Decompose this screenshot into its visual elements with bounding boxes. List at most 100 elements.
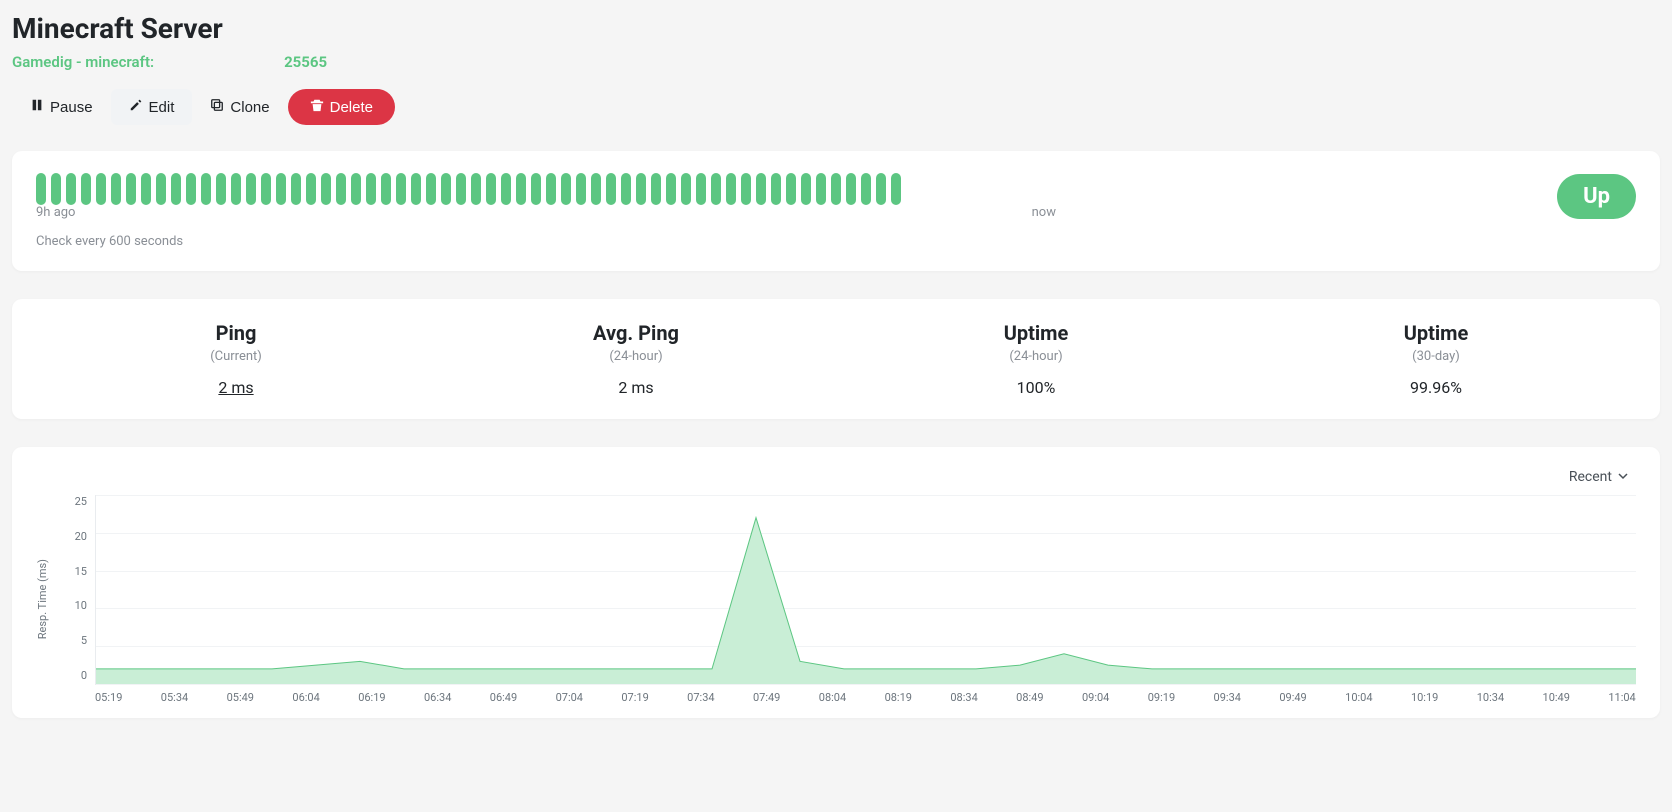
- heartbeat-pill[interactable]: [111, 173, 121, 205]
- heartbeat-pill[interactable]: [156, 173, 166, 205]
- heartbeat-pill[interactable]: [711, 173, 721, 205]
- heartbeat-pill[interactable]: [96, 173, 106, 205]
- heartbeat-pill[interactable]: [366, 173, 376, 205]
- heartbeat-pill[interactable]: [36, 173, 46, 205]
- subtitle-row: Gamedig - minecraft: 25565: [12, 53, 1660, 71]
- stat-title: Uptime: [836, 321, 1236, 345]
- heartbeat-pill[interactable]: [66, 173, 76, 205]
- heartbeat-pill[interactable]: [321, 173, 331, 205]
- chart-ylabel: Resp. Time (ms): [36, 559, 49, 639]
- heartbeat-pill[interactable]: [861, 173, 871, 205]
- heartbeat-pill[interactable]: [261, 173, 271, 205]
- heartbeat-pill[interactable]: [231, 173, 241, 205]
- heartbeat-pill[interactable]: [171, 173, 181, 205]
- heartbeat-pill[interactable]: [81, 173, 91, 205]
- clone-button[interactable]: Clone: [192, 89, 287, 125]
- status-badge: Up: [1557, 174, 1636, 219]
- stat: Avg. Ping (24-hour) 2 ms: [436, 321, 836, 397]
- stat-value: 2 ms: [436, 378, 836, 397]
- heartbeat-left-label: 9h ago: [36, 205, 75, 220]
- chart-card: Recent Resp. Time (ms) 2520151050 05:190…: [12, 447, 1660, 718]
- stat-sub: (30-day): [1236, 349, 1636, 364]
- chevron-down-icon: [1618, 469, 1628, 485]
- heartbeat-pill[interactable]: [336, 173, 346, 205]
- heartbeat-pill[interactable]: [756, 173, 766, 205]
- heartbeat-pill[interactable]: [276, 173, 286, 205]
- heartbeat-pill[interactable]: [501, 173, 511, 205]
- heartbeat-pill[interactable]: [516, 173, 526, 205]
- edit-button[interactable]: Edit: [111, 89, 193, 125]
- chart-plot: [95, 495, 1636, 685]
- xtick: 09:34: [1214, 691, 1241, 704]
- heartbeat-pill[interactable]: [696, 173, 706, 205]
- stat-sub: (Current): [36, 349, 436, 364]
- heartbeat-pill[interactable]: [576, 173, 586, 205]
- xtick: 06:04: [292, 691, 319, 704]
- edit-label: Edit: [149, 99, 175, 116]
- delete-label: Delete: [330, 99, 373, 116]
- heartbeat-pill[interactable]: [681, 173, 691, 205]
- stat-sub: (24-hour): [436, 349, 836, 364]
- heartbeat-pill[interactable]: [726, 173, 736, 205]
- xtick: 05:19: [95, 691, 122, 704]
- xtick: 05:49: [227, 691, 254, 704]
- heartbeat-pill[interactable]: [561, 173, 571, 205]
- heartbeat-pill[interactable]: [876, 173, 886, 205]
- heartbeat-pill[interactable]: [651, 173, 661, 205]
- heartbeat-pill[interactable]: [741, 173, 751, 205]
- xtick: 10:04: [1345, 691, 1372, 704]
- heartbeat-pill[interactable]: [816, 173, 826, 205]
- stats-card: Ping(Current)2 msAvg. Ping(24-hour)2 msU…: [12, 299, 1660, 419]
- heartbeat-pill[interactable]: [381, 173, 391, 205]
- heartbeat-right-label: now: [1032, 205, 1056, 220]
- stat-value: 2 ms: [36, 378, 436, 397]
- heartbeat-pill[interactable]: [351, 173, 361, 205]
- chart-range-dropdown[interactable]: Recent: [1561, 465, 1636, 489]
- heartbeat-pill[interactable]: [546, 173, 556, 205]
- xtick: 05:34: [161, 691, 188, 704]
- heartbeat-pill[interactable]: [246, 173, 256, 205]
- stat-value: 99.96%: [1236, 378, 1636, 397]
- xtick: 08:19: [885, 691, 912, 704]
- delete-button[interactable]: Delete: [288, 89, 395, 125]
- heartbeat-pill[interactable]: [306, 173, 316, 205]
- heartbeat-pill[interactable]: [831, 173, 841, 205]
- heartbeat-pill[interactable]: [846, 173, 856, 205]
- heartbeat-pill[interactable]: [141, 173, 151, 205]
- ytick: 15: [53, 565, 87, 578]
- heartbeat-pill[interactable]: [396, 173, 406, 205]
- heartbeat-pill[interactable]: [51, 173, 61, 205]
- page-title: Minecraft Server: [12, 12, 1660, 45]
- heartbeat-pill[interactable]: [666, 173, 676, 205]
- stat-title: Avg. Ping: [436, 321, 836, 345]
- heartbeat-pill[interactable]: [186, 173, 196, 205]
- ytick: 25: [53, 495, 87, 508]
- heartbeat-pill[interactable]: [591, 173, 601, 205]
- xtick: 09:19: [1148, 691, 1175, 704]
- heartbeat-pill[interactable]: [531, 173, 541, 205]
- check-interval-text: Check every 600 seconds: [36, 234, 1636, 249]
- heartbeat-pill[interactable]: [801, 173, 811, 205]
- heartbeat-pill[interactable]: [291, 173, 301, 205]
- heartbeat-pill[interactable]: [471, 173, 481, 205]
- heartbeat-pill[interactable]: [201, 173, 211, 205]
- heartbeat-pill[interactable]: [441, 173, 451, 205]
- heartbeat-pill[interactable]: [126, 173, 136, 205]
- heartbeat-pill[interactable]: [636, 173, 646, 205]
- ytick: 0: [53, 669, 87, 682]
- clone-icon: [210, 98, 224, 116]
- heartbeat-pill[interactable]: [456, 173, 466, 205]
- ytick: 20: [53, 530, 87, 543]
- heartbeat-pill[interactable]: [606, 173, 616, 205]
- heartbeat-pill[interactable]: [411, 173, 421, 205]
- xtick: 08:49: [1016, 691, 1043, 704]
- heartbeat-pill[interactable]: [486, 173, 496, 205]
- heartbeat-pill[interactable]: [786, 173, 796, 205]
- heartbeat-pill[interactable]: [891, 173, 901, 205]
- heartbeat-pill[interactable]: [621, 173, 631, 205]
- heartbeat-pill[interactable]: [426, 173, 436, 205]
- xtick: 07:49: [753, 691, 780, 704]
- heartbeat-pill[interactable]: [216, 173, 226, 205]
- pause-button[interactable]: Pause: [12, 89, 111, 125]
- heartbeat-pill[interactable]: [771, 173, 781, 205]
